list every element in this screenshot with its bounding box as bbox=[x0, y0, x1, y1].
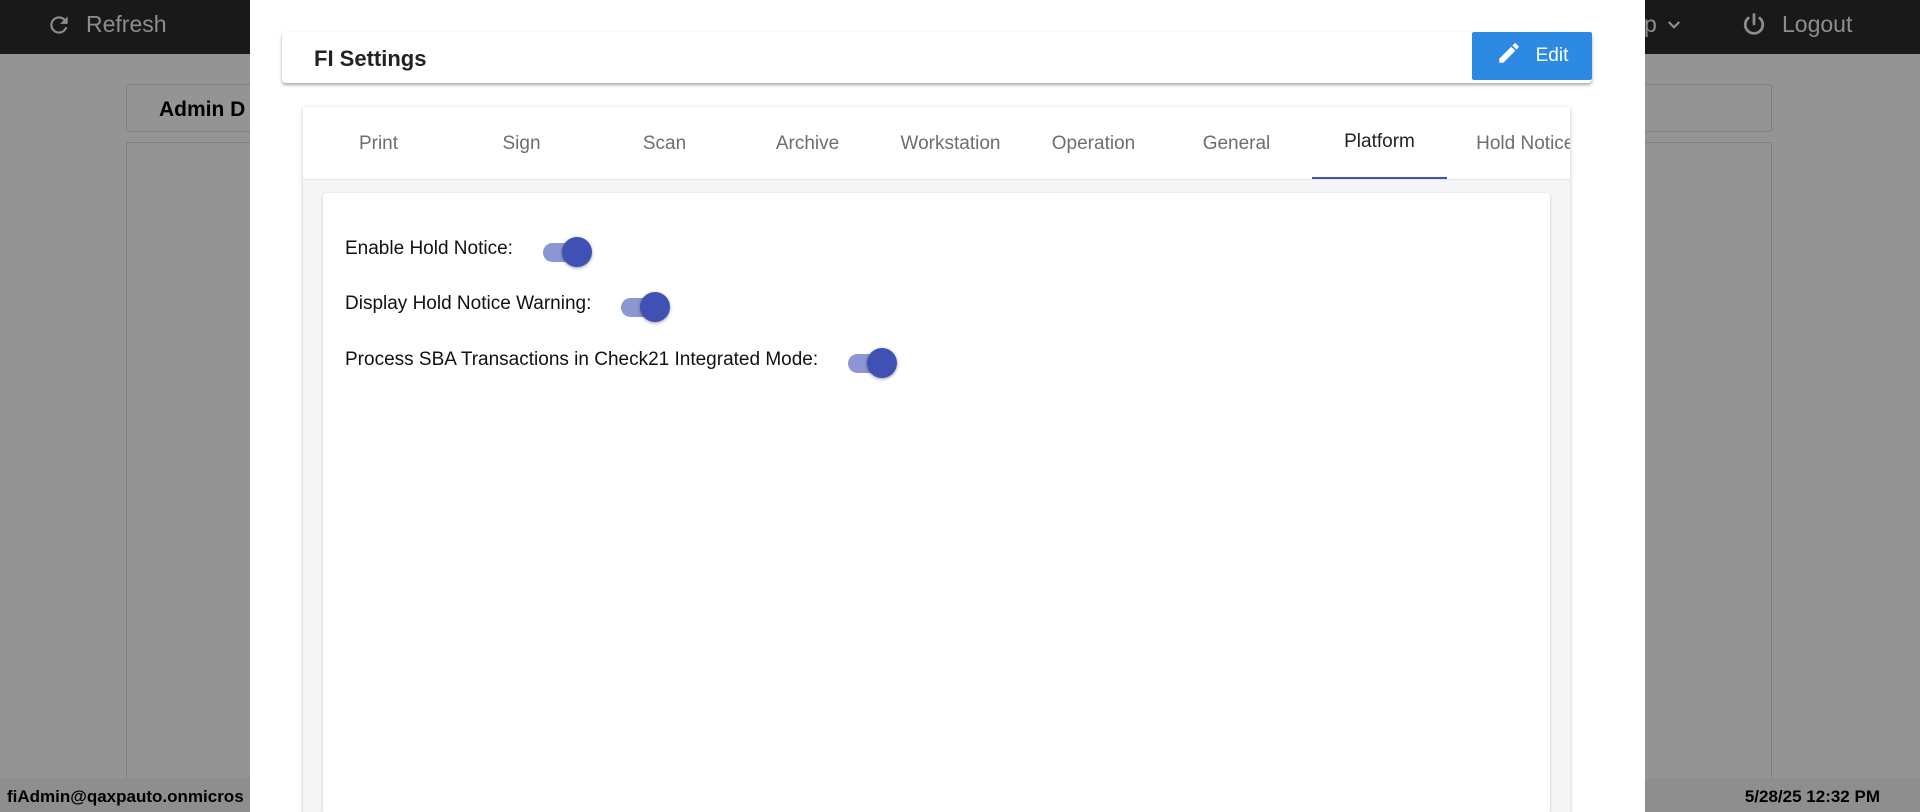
tab-scan[interactable]: Scan bbox=[597, 107, 732, 179]
toggle-thumb bbox=[867, 348, 898, 378]
tab-sign[interactable]: Sign bbox=[454, 107, 589, 179]
edit-button[interactable]: Edit bbox=[1472, 32, 1592, 80]
display-hold-notice-warning-label: Display Hold Notice Warning: bbox=[345, 293, 592, 314]
process-sba-transactions-toggle[interactable] bbox=[848, 345, 898, 378]
tab-print[interactable]: Print bbox=[311, 107, 446, 179]
toggle-thumb bbox=[561, 237, 592, 267]
dialog-header: FI Settings Edit bbox=[282, 32, 1592, 83]
tab-archive[interactable]: Archive bbox=[740, 107, 875, 179]
dialog-title: FI Settings bbox=[314, 46, 427, 71]
enable-hold-notice-label: Enable Hold Notice: bbox=[345, 238, 513, 259]
tab-operation[interactable]: Operation bbox=[1026, 107, 1161, 179]
fi-settings-dialog: FI Settings Edit Print Sign Scan Archive… bbox=[250, 0, 1645, 812]
settings-tab-bar: Print Sign Scan Archive Workstation Oper… bbox=[303, 107, 1570, 180]
setting-row-display-hold-notice-warning: Display Hold Notice Warning: bbox=[345, 289, 671, 322]
platform-settings-panel: Enable Hold Notice: Display Hold Notice … bbox=[323, 193, 1550, 812]
enable-hold-notice-toggle[interactable] bbox=[542, 234, 593, 267]
setting-row-enable-hold-notice: Enable Hold Notice: bbox=[345, 234, 593, 267]
settings-tabs-card: Print Sign Scan Archive Workstation Oper… bbox=[303, 107, 1570, 812]
pencil-icon bbox=[1496, 40, 1522, 72]
tab-general[interactable]: General bbox=[1169, 107, 1304, 179]
edit-label: Edit bbox=[1535, 45, 1569, 66]
tab-workstation[interactable]: Workstation bbox=[883, 107, 1018, 179]
toggle-thumb bbox=[640, 292, 671, 322]
process-sba-transactions-label: Process SBA Transactions in Check21 Inte… bbox=[345, 349, 819, 370]
tab-platform[interactable]: Platform bbox=[1312, 107, 1447, 179]
setting-row-process-sba-transactions: Process SBA Transactions in Check21 Inte… bbox=[345, 345, 898, 378]
display-hold-notice-warning-toggle[interactable] bbox=[621, 289, 671, 322]
tab-hold-notices[interactable]: Hold Notices bbox=[1455, 107, 1570, 179]
